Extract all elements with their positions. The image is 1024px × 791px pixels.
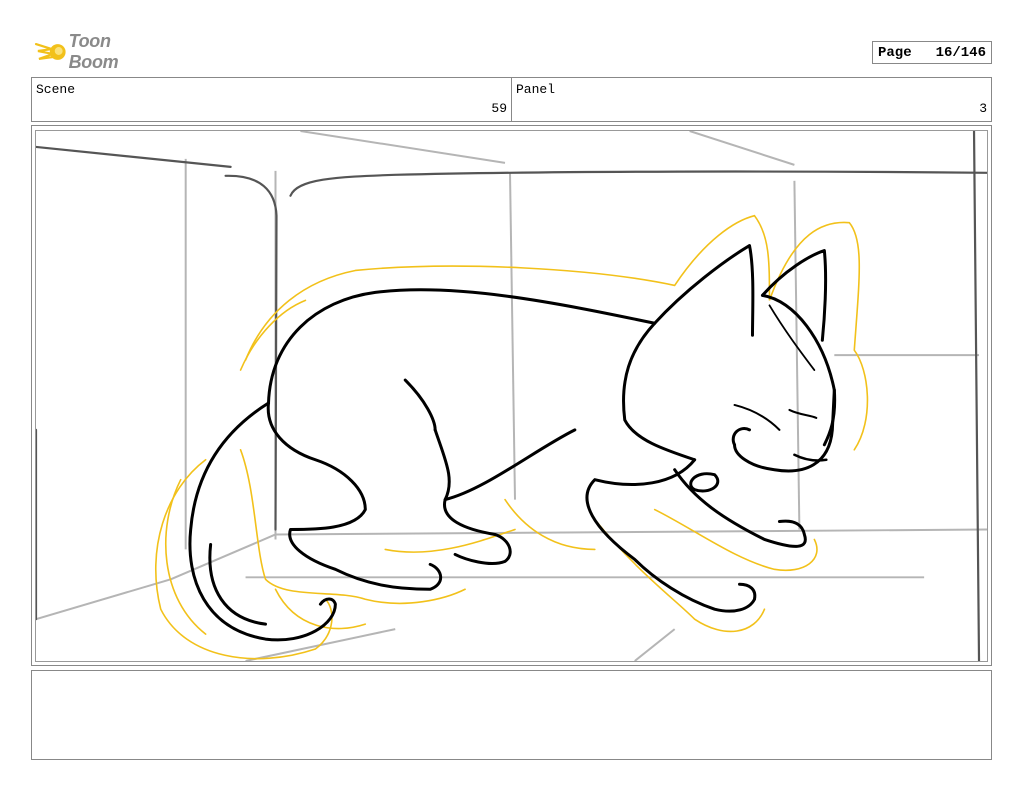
page-value: 16/146 [935,44,986,61]
storyboard-header: Scene 59 Panel 3 [31,77,992,122]
panel-cell: Panel 3 [511,78,991,121]
brand-name: Toon Boom [68,31,119,72]
page-label: Page [878,44,912,61]
comet-logo-icon [34,43,66,60]
panel-image [35,130,988,662]
cat-sketch [36,131,987,661]
scene-number: 59 [491,101,507,116]
panel-notes-box [31,670,992,760]
page-counter: Page 16/146 [872,41,992,64]
scene-label: Scene [36,82,76,97]
scene-cell: Scene 59 [32,78,511,121]
toon-boom-logo: Toon Boom [34,31,164,72]
panel-label: Panel [516,82,556,97]
panel-number: 3 [979,101,987,116]
panel-frame [31,125,992,666]
